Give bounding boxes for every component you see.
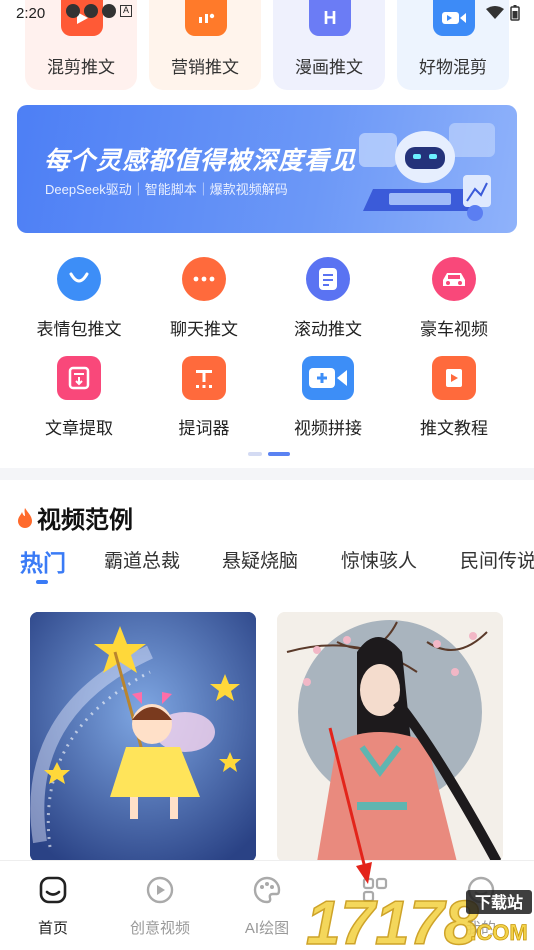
top-card-label: 漫画推文 [295,58,363,77]
nav-home[interactable]: 首页 [8,875,98,945]
func-video-join[interactable]: 视频拼接 [266,356,386,446]
play-circle-icon [146,876,174,904]
tab-hot[interactable]: 热门 [20,546,66,578]
fairy-thumbnail [30,612,256,862]
grid-pager [248,452,290,456]
func-chat-post[interactable]: 聊天推文 [142,257,262,347]
func-article-extract[interactable]: 文章提取 [17,356,137,446]
active-tab-indicator [36,580,48,584]
section-title: 视频范例 [37,507,133,534]
top-card-label: 好物混剪 [419,58,487,77]
top-card-label: 混剪推文 [47,58,115,77]
system-icons [486,5,520,21]
tab-folklore[interactable]: 民间传说 [460,546,534,573]
section-header: 视频范例 [16,500,133,535]
keyboard-a-icon: A [120,5,132,17]
func-teleprompter[interactable]: 提词器 [142,356,262,446]
video-card-hanfu[interactable] [277,612,503,862]
func-tutorial[interactable]: 推文教程 [392,356,512,446]
pager-dot [248,452,262,456]
func-scroll-post[interactable]: 滚动推文 [266,257,386,347]
section-divider [0,468,534,480]
smile-icon [57,257,101,301]
robot-illustration [359,123,495,221]
status-time: 2:20 [16,5,46,22]
watermark-badge: 下载站 [475,893,523,912]
document-icon [306,257,350,301]
status-bar: 2:20 A [0,0,534,28]
func-label: 提词器 [178,419,230,438]
tab-horror[interactable]: 惊悚骇人 [341,546,417,573]
pager-dot-active [268,452,290,456]
article-extract-icon [57,356,101,400]
hanfu-girl-thumbnail [277,612,503,862]
teleprompter-icon [182,356,226,400]
func-label: 视频拼接 [294,419,362,438]
car-icon [432,257,476,301]
watermark-logo: 17178 下载站 .COM [305,888,532,950]
watermark-suffix: .COM [470,920,527,945]
func-label: 文章提取 [45,419,113,438]
nav-ai-draw[interactable]: AI绘图 [222,875,312,945]
tab-suspense[interactable]: 悬疑烧脑 [222,546,298,573]
site-watermark: 17178 下载站 .COM [305,884,534,950]
notification-icon [84,4,98,18]
video-card-fairy[interactable] [30,612,256,862]
promo-banner[interactable]: 每个灵感都值得被深度看见 DeepSeek驱动｜智能脚本｜爆款视频解码 [17,105,517,233]
top-card-label: 营销推文 [171,58,239,77]
category-tabs: 热门 霸道总裁 悬疑烧脑 惊悚骇人 民间传说 [20,546,534,590]
tab-ceo[interactable]: 霸道总裁 [104,546,180,573]
banner-subtitle: DeepSeek驱动｜智能脚本｜爆款视频解码 [45,182,288,197]
notification-icon [102,4,116,18]
wifi-icon [486,6,504,19]
func-label: 推文教程 [420,419,488,438]
notification-icons: A [66,4,132,18]
func-emoji-post[interactable]: 表情包推文 [17,257,137,347]
nav-creative-video[interactable]: 创意视频 [115,875,205,945]
func-label: 滚动推文 [294,320,362,339]
fire-icon [18,507,32,528]
watermark-text: 17178 [306,889,479,950]
battery-icon [510,5,520,21]
home-icon [39,876,67,904]
video-add-icon [302,356,354,400]
banner-title: 每个灵感都值得被深度看见 [44,147,357,175]
book-icon [432,356,476,400]
notification-icon [66,4,80,18]
nav-label: 首页 [37,920,68,937]
func-label: 豪车视频 [420,320,488,339]
func-label: 聊天推文 [170,320,238,339]
palette-icon [253,876,281,904]
nav-label: AI绘图 [244,920,290,937]
chat-bubble-icon [182,257,226,301]
func-label: 表情包推文 [36,320,122,339]
func-luxury-car[interactable]: 豪车视频 [392,257,512,347]
nav-label: 创意视频 [129,920,190,937]
